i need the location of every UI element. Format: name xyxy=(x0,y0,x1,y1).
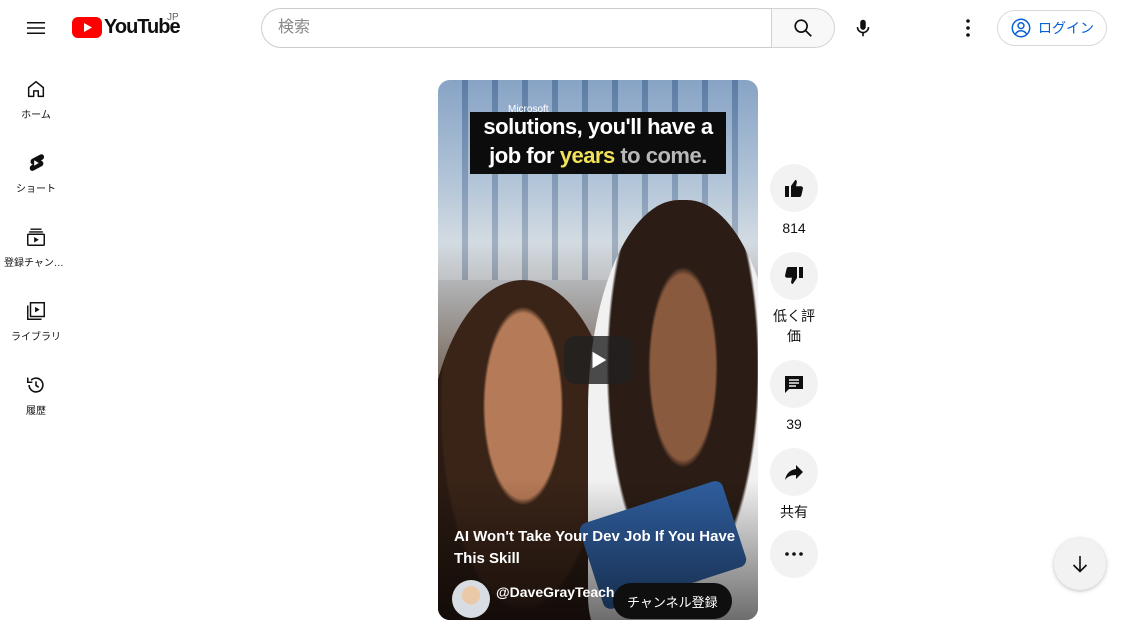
caption-highlight: years xyxy=(559,143,616,168)
share-button[interactable] xyxy=(770,448,818,496)
youtube-logo[interactable]: YouTube xyxy=(72,16,181,39)
home-icon xyxy=(27,80,45,98)
mini-guide-sidebar: ホーム ショート 登録チャンネル ライブラリ 履歴 xyxy=(0,56,72,426)
region-code: JP xyxy=(167,12,179,23)
share-icon xyxy=(785,465,803,480)
search-button[interactable] xyxy=(771,8,835,48)
like-button[interactable] xyxy=(770,164,818,212)
channel-info[interactable]: @DaveGrayTeach xyxy=(452,580,614,618)
microphone-icon xyxy=(856,19,870,37)
masthead: YouTube JP ログイン xyxy=(0,0,1124,56)
sidebar-item-label: ショート xyxy=(16,184,56,195)
caption-line-2: job for years to come. xyxy=(470,143,726,169)
comments-button[interactable] xyxy=(770,360,818,408)
sidebar-item-label: 履歴 xyxy=(26,406,46,417)
video-caption: solutions, you'll have a job for years t… xyxy=(470,112,726,174)
comment-icon xyxy=(785,376,803,393)
subscribe-button[interactable]: チャンネル登録 xyxy=(613,583,732,619)
caption-line-1: solutions, you'll have a xyxy=(483,114,713,139)
dislike-label: 低く評価 xyxy=(773,308,815,344)
comments-action: 39 xyxy=(770,360,818,434)
more-vertical-icon xyxy=(966,19,970,37)
dislike-action: 低く評価 xyxy=(770,252,818,346)
account-circle-icon xyxy=(1011,18,1031,38)
shorts-actions: 814 低く評価 39 共有 xyxy=(770,164,818,578)
thumbs-down-icon xyxy=(785,267,803,284)
share-label: 共有 xyxy=(780,504,808,520)
more-actions-button[interactable] xyxy=(770,530,818,578)
sidebar-item-history[interactable]: 履歴 xyxy=(0,352,72,426)
settings-more-button[interactable] xyxy=(948,8,988,48)
sidebar-item-label: ライブラリ xyxy=(11,332,61,343)
sidebar-item-label: ホーム xyxy=(21,110,51,121)
caption-text: job for xyxy=(489,143,560,168)
search-input[interactable] xyxy=(261,8,771,48)
like-count: 814 xyxy=(782,220,806,236)
channel-name[interactable]: @DaveGrayTeach xyxy=(496,584,614,600)
history-icon xyxy=(26,377,44,393)
share-action: 共有 xyxy=(770,448,818,522)
search-icon xyxy=(794,19,812,37)
sign-in-button[interactable]: ログイン xyxy=(997,10,1107,46)
sidebar-item-home[interactable]: ホーム xyxy=(0,56,72,130)
caption-text-dim: to come. xyxy=(614,143,707,168)
more-action xyxy=(770,530,818,578)
channel-avatar[interactable] xyxy=(452,580,490,618)
sidebar-item-subscriptions[interactable]: 登録チャンネル xyxy=(0,204,72,278)
youtube-play-logo-icon xyxy=(72,17,102,38)
like-action: 814 xyxy=(770,164,818,238)
shorts-video-player[interactable]: solutions, you'll have a job for years t… xyxy=(438,80,758,620)
play-button[interactable] xyxy=(564,336,632,384)
more-horizontal-icon xyxy=(785,552,803,556)
hamburger-menu-icon xyxy=(27,22,45,34)
sidebar-item-label: 登録チャンネル xyxy=(4,258,68,269)
play-icon xyxy=(592,351,607,369)
dislike-button[interactable] xyxy=(770,252,818,300)
next-video-button[interactable] xyxy=(1054,538,1106,590)
caption-watermark: Microsoft xyxy=(508,104,549,115)
shorts-icon xyxy=(29,154,45,171)
comment-count: 39 xyxy=(786,416,802,432)
voice-search-button[interactable] xyxy=(843,8,883,48)
sidebar-item-library[interactable]: ライブラリ xyxy=(0,278,72,352)
arrow-down-icon xyxy=(1072,556,1088,573)
thumbs-up-icon xyxy=(785,180,803,197)
subscriptions-icon xyxy=(27,228,45,246)
sign-in-label: ログイン xyxy=(1038,20,1094,36)
search-box xyxy=(261,8,835,48)
sidebar-item-shorts[interactable]: ショート xyxy=(0,130,72,204)
video-title[interactable]: AI Won't Take Your Dev Job If You Have T… xyxy=(454,526,744,570)
library-icon xyxy=(27,302,45,320)
guide-menu-button[interactable] xyxy=(16,8,56,48)
